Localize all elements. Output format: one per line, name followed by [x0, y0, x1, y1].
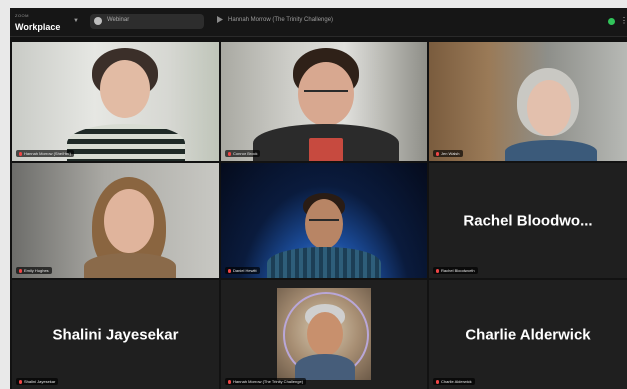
participant-name-tag: Daniel Hewitt — [225, 267, 260, 274]
top-bar: ZOOM Workplace ▼ Webinar Hannah Morrow (… — [10, 8, 627, 37]
participant-name-tag: Hannah Morrow (The Trinity Challenge) — [225, 378, 307, 385]
participant-name-label: Shalini Jayesekar — [52, 326, 179, 343]
participant-tile[interactable]: Daniel Hewitt — [221, 163, 427, 278]
webinar-icon — [94, 17, 102, 25]
mic-muted-icon — [228, 268, 231, 273]
participant-name-tag: Jen Walsh — [433, 150, 463, 157]
mic-muted-icon — [436, 268, 439, 273]
mic-muted-icon — [436, 379, 439, 384]
screen-frame: ZOOM Workplace ▼ Webinar Hannah Morrow (… — [0, 0, 627, 389]
participant-name-tag: Rachel Bloodworth — [433, 267, 478, 274]
participant-video — [221, 163, 427, 278]
mic-muted-icon — [19, 379, 22, 384]
mic-muted-icon — [228, 151, 231, 156]
meeting-icon — [217, 16, 223, 23]
mic-muted-icon — [19, 268, 22, 273]
mic-muted-icon — [436, 151, 439, 156]
chevron-down-icon[interactable]: ▼ — [73, 18, 79, 24]
participant-name-tag: Charlie Alderwick — [433, 378, 475, 385]
profile-photo — [277, 288, 371, 380]
brand-logo[interactable]: ZOOM Workplace — [15, 14, 60, 34]
participant-name-tag: Emily Hughes — [16, 267, 52, 274]
meeting-title: Hannah Morrow (The Trinity Challenge) — [217, 16, 333, 23]
participant-video — [429, 42, 627, 161]
mic-muted-icon — [19, 151, 22, 156]
search-input[interactable]: Webinar — [90, 14, 204, 29]
participant-name-tag: Hannah Morrow (She/Her) — [16, 150, 74, 157]
participant-video — [12, 42, 219, 161]
participant-video — [12, 163, 219, 278]
participant-tile[interactable]: Rachel Bloodwo... Rachel Bloodworth — [429, 163, 627, 278]
participant-tile[interactable]: Charlie Alderwick Charlie Alderwick — [429, 280, 627, 389]
participant-tile[interactable]: Shalini Jayesekar Shalini Jayesekar — [12, 280, 219, 389]
participant-tile[interactable]: Hannah Morrow (She/Her) — [12, 42, 219, 161]
more-icon[interactable]: ⋮ — [620, 16, 627, 25]
participant-name-tag: Connor Brock — [225, 150, 261, 157]
participant-tile[interactable]: Emily Hughes — [12, 163, 219, 278]
connection-status-icon — [608, 18, 615, 25]
participant-name-tag: Shalini Jayesekar — [16, 378, 59, 385]
participant-video — [221, 42, 427, 161]
participant-tile[interactable]: Hannah Morrow (The Trinity Challenge) — [221, 280, 427, 389]
participant-name-label: Rachel Bloodwo... — [463, 212, 593, 229]
zoom-window: ZOOM Workplace ▼ Webinar Hannah Morrow (… — [10, 8, 627, 389]
participant-tile[interactable]: Jen Walsh — [429, 42, 627, 161]
participant-tile[interactable]: Connor Brock — [221, 42, 427, 161]
participant-name-label: Charlie Alderwick — [465, 326, 591, 343]
mic-muted-icon — [228, 379, 231, 384]
